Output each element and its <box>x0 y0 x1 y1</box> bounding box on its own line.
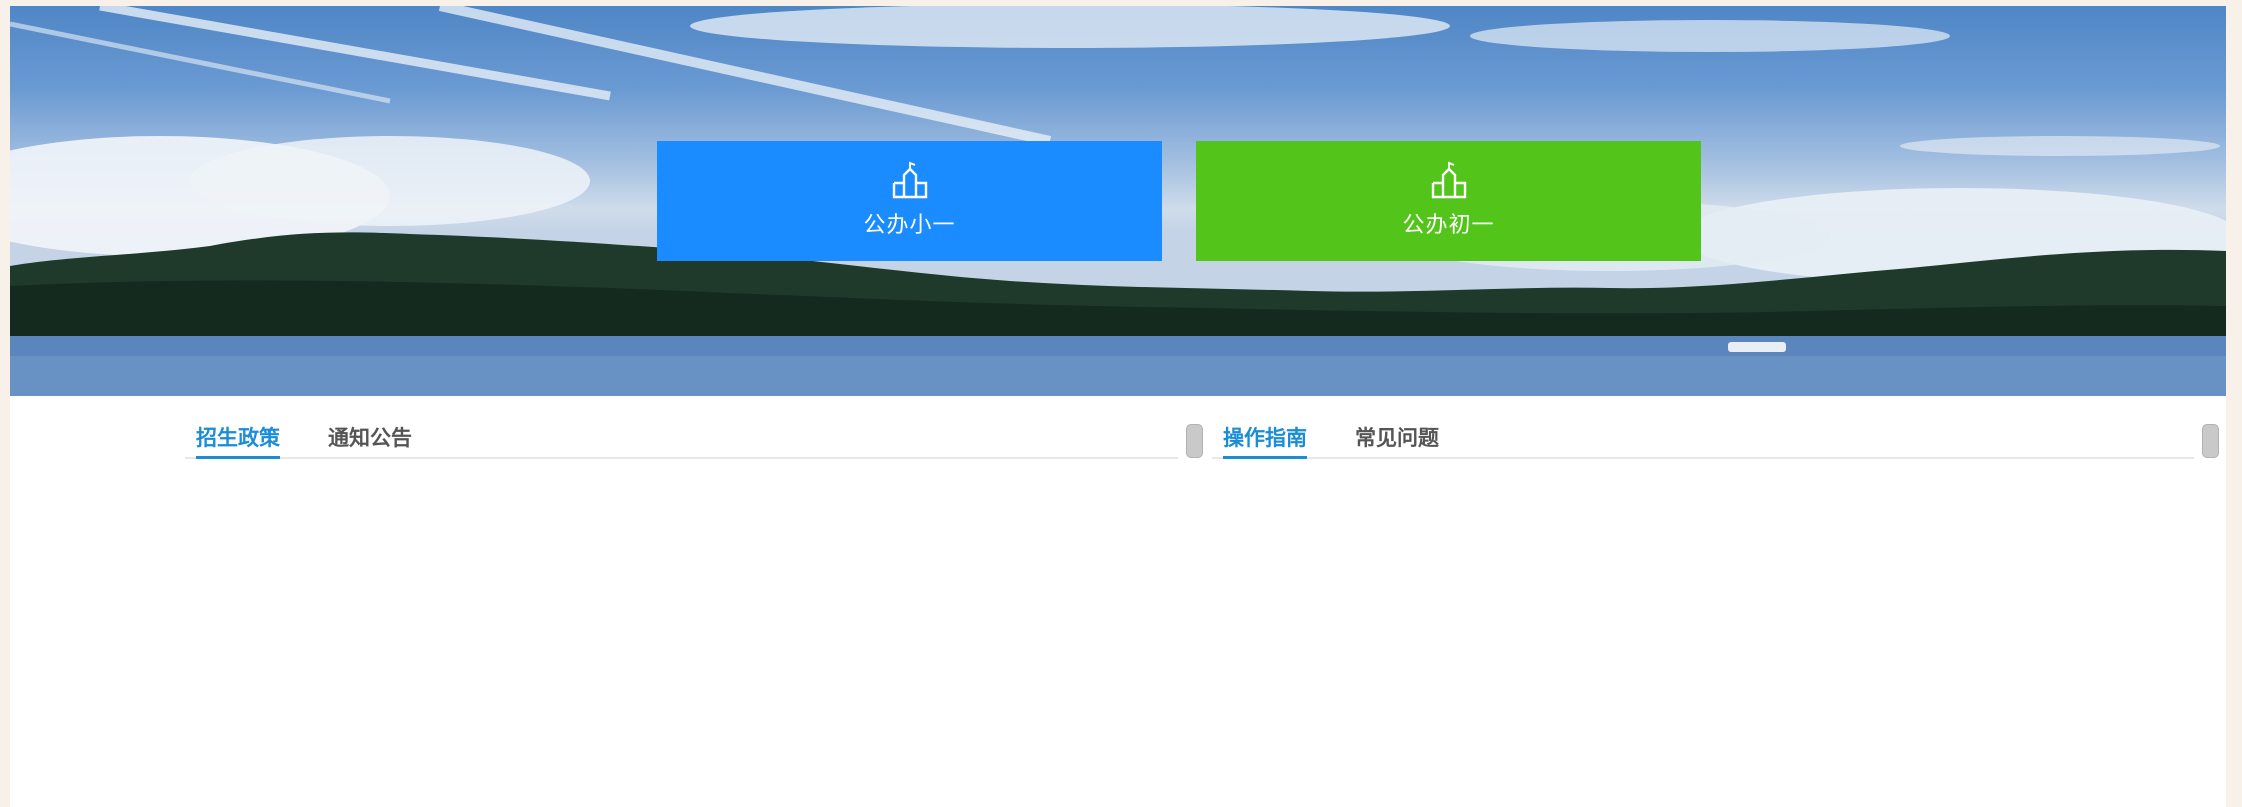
tab-operation-guide[interactable]: 操作指南 <box>1223 422 1307 459</box>
lake-banner-image: 公办小一 公办初一 <box>10 6 2226 396</box>
school-building-icon <box>1431 161 1466 199</box>
tab-enrollment-policy[interactable]: 招生政策 <box>196 422 280 459</box>
middle-school-entry-label: 公办初一 <box>1402 213 1495 238</box>
guide-faq-panel: 操作指南 常见问题 <box>1212 414 2219 462</box>
tab-notices[interactable]: 通知公告 <box>328 422 412 456</box>
policy-notice-panel: 招生政策 通知公告 <box>185 414 1203 462</box>
policy-notice-tabbar: 招生政策 通知公告 <box>185 414 1178 459</box>
scrollbar[interactable] <box>1186 424 1203 458</box>
scrollbar[interactable] <box>2202 424 2219 458</box>
school-building-icon <box>892 161 927 199</box>
guide-faq-tabbar: 操作指南 常见问题 <box>1212 414 2194 459</box>
primary-school-entry-label: 公办小一 <box>863 213 956 238</box>
middle-school-entry-button[interactable]: 公办初一 <box>1196 141 1701 261</box>
tab-faq[interactable]: 常见问题 <box>1355 422 1439 456</box>
page-container: 公办小一 公办初一 招生政策 通知公告 操作指南 常见问题 <box>10 6 2226 807</box>
primary-school-entry-button[interactable]: 公办小一 <box>657 141 1162 261</box>
